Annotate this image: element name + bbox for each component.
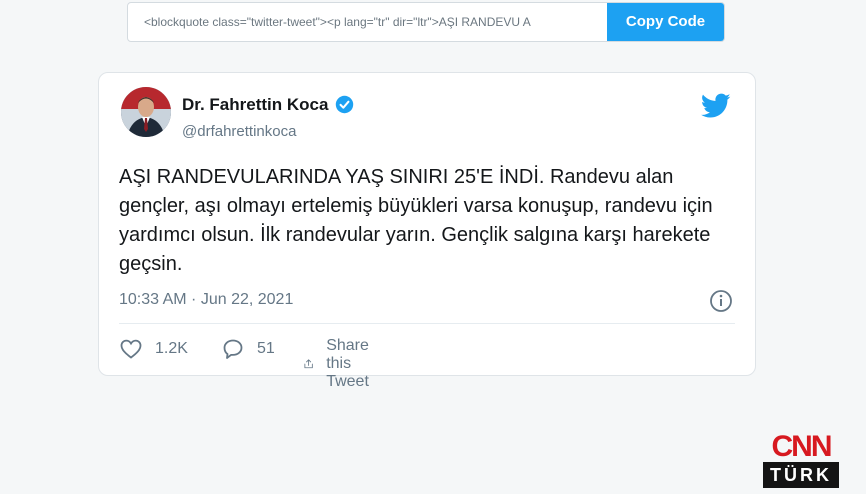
reply-bubble-icon <box>223 339 243 359</box>
tweet-text: AŞI RANDEVULARINDA YAŞ SINIRI 25'E İNDİ.… <box>119 166 713 275</box>
display-name[interactable]: Dr. Fahrettin Koca <box>182 95 328 115</box>
like-count: 1.2K <box>155 340 188 357</box>
heart-icon <box>120 339 142 359</box>
share-label: Share this Tweet <box>326 337 369 390</box>
twitter-bird-icon[interactable] <box>701 93 731 119</box>
avatar-image <box>121 87 171 137</box>
info-icon[interactable] <box>709 289 733 313</box>
tweet-timestamp[interactable]: 10:33 AM · Jun 22, 2021 <box>119 291 293 309</box>
embed-code-text[interactable]: <blockquote class="twitter-tweet"><p lan… <box>144 3 604 41</box>
avatar[interactable] <box>121 87 171 137</box>
reply-count: 51 <box>257 340 275 357</box>
cnn-logo-text: CNN <box>771 430 833 463</box>
like-button[interactable]: 1.2K <box>119 337 188 361</box>
share-icon <box>304 359 313 369</box>
turk-logo-text: TÜRK <box>763 462 839 488</box>
cnn-turk-logo: CNN TÜRK <box>763 432 839 490</box>
copy-code-button[interactable]: Copy Code <box>607 3 724 41</box>
reply-button[interactable]: 51 <box>221 337 275 361</box>
verified-badge-icon <box>335 95 354 114</box>
tweet-card: Dr. Fahrettin Koca @drfahrettinkoca AŞI … <box>98 72 756 390</box>
embed-code-bar: <blockquote class="twitter-tweet"><p lan… <box>127 2 725 42</box>
user-handle[interactable]: @drfahrettinkoca <box>182 123 296 140</box>
share-button[interactable]: Share this Tweet <box>303 337 382 391</box>
divider <box>119 323 735 324</box>
